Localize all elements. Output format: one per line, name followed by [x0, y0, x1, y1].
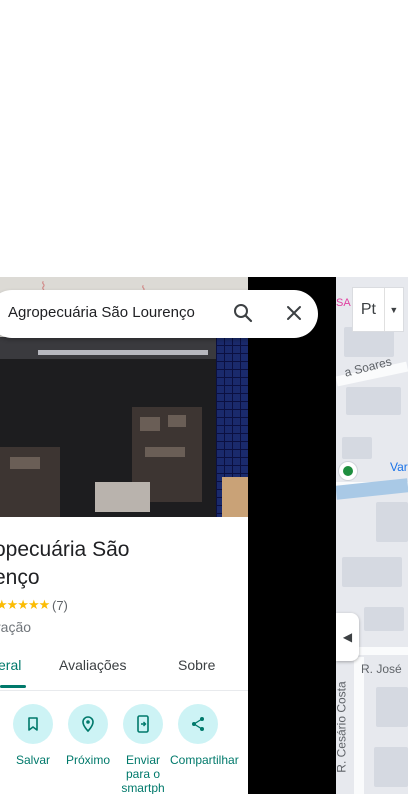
active-tab-indicator [0, 685, 26, 688]
save-label: Salvar [15, 753, 50, 767]
search-icon[interactable] [232, 302, 254, 324]
send-to-phone-button[interactable]: Enviar para o smartph [115, 704, 171, 794]
share-button[interactable]: Compartilhar [170, 704, 239, 767]
caret-down-icon: ▼ [383, 288, 403, 331]
share-icon [192, 717, 204, 731]
tab-about[interactable]: Sobre [178, 657, 215, 673]
send-to-phone-icon [137, 715, 149, 733]
place-title-line2: enço [0, 566, 40, 589]
map-label-cesario: R. Cesário Costa [334, 681, 349, 773]
search-box[interactable]: Agropecuária São Lourenço [0, 290, 318, 338]
place-category[interactable]: ração [0, 619, 31, 635]
place-title-line1: opecuária São [0, 538, 130, 561]
rating-stars: ★★★★★ [0, 597, 50, 612]
map-label-jose: R. José [361, 662, 402, 676]
place-title: opecuária São enço [0, 536, 234, 592]
map-label-sa: SA [336, 297, 351, 309]
rating-count-link[interactable]: (7) [52, 598, 68, 613]
collapse-panel-button[interactable]: ◀ [336, 613, 359, 661]
language-label: Pt [360, 300, 376, 318]
blank-area [0, 0, 408, 277]
nearby-button[interactable]: Próximo [60, 704, 116, 767]
map-gap [248, 277, 336, 794]
bookmark-icon [28, 717, 38, 731]
tab-reviews[interactable]: Avaliações [59, 657, 126, 673]
share-label: Compartilhar [170, 753, 239, 767]
place-panel: ⌇ ⌇ opecuária São enço ★★★★★ (7) ração e… [0, 277, 248, 794]
chevron-left-icon: ◀ [342, 630, 353, 644]
map-label-var: Var [390, 460, 408, 474]
send-to-phone-label: Enviar para o smartph [121, 753, 165, 794]
nearby-icon [82, 716, 94, 733]
map-place-pin[interactable] [338, 461, 358, 481]
place-photo[interactable] [0, 337, 248, 517]
save-button[interactable]: Salvar [5, 704, 61, 767]
nearby-label: Próximo [65, 753, 110, 767]
place-tabs: eral Avaliações Sobre [0, 652, 248, 691]
close-icon[interactable] [283, 302, 305, 324]
search-input[interactable]: Agropecuária São Lourenço [8, 304, 195, 321]
tab-overview[interactable]: eral [0, 657, 21, 673]
language-selector[interactable]: Pt ▼ [352, 287, 404, 332]
